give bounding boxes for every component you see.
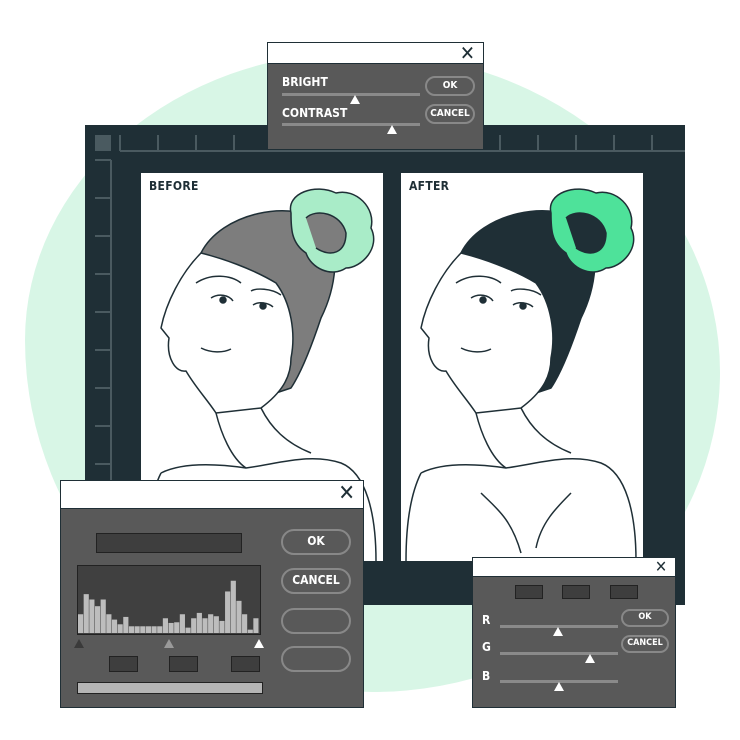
close-icon[interactable]: ✕ <box>338 483 355 505</box>
histogram-bar <box>191 618 197 633</box>
level-marker[interactable] <box>74 639 84 648</box>
histogram-bar <box>78 614 84 633</box>
close-icon[interactable]: ✕ <box>655 559 667 575</box>
histogram-bar <box>219 620 225 633</box>
histogram-bar <box>162 618 168 633</box>
r-slider-thumb[interactable] <box>552 627 563 636</box>
histogram-bar <box>225 591 231 633</box>
histogram-bar <box>168 622 174 633</box>
g-slider[interactable] <box>500 652 618 655</box>
histogram-bar <box>134 626 140 633</box>
histogram-bars <box>78 580 259 633</box>
after-portrait <box>405 188 637 561</box>
cancel-button[interactable]: CANCEL <box>425 104 475 124</box>
histogram-bar <box>247 629 253 633</box>
g-slider-thumb[interactable] <box>584 654 595 663</box>
g-value-box[interactable] <box>562 585 590 599</box>
level-marker[interactable] <box>254 639 264 648</box>
output-slider[interactable] <box>77 682 263 694</box>
histogram-bar <box>202 618 208 633</box>
histogram-bar <box>151 626 157 633</box>
blank-button[interactable] <box>281 608 351 634</box>
levels-dialog: ✕ OK CANCEL <box>60 480 364 708</box>
title-bar: ✕ <box>268 43 483 64</box>
b-slider-thumb[interactable] <box>554 682 564 691</box>
ok-button[interactable]: OK <box>425 76 475 96</box>
cancel-button[interactable]: CANCEL <box>621 635 669 653</box>
histogram-bar <box>145 626 152 633</box>
histogram-bar <box>196 612 202 633</box>
blank-button[interactable] <box>281 646 351 672</box>
contrast-slider[interactable] <box>282 123 420 126</box>
title-bar: ✕ <box>61 481 363 509</box>
histogram-bar <box>242 614 248 633</box>
histogram-bar <box>89 599 95 633</box>
histogram-bar <box>106 614 112 633</box>
input-mid[interactable] <box>169 656 198 672</box>
histogram-bar <box>179 614 185 633</box>
rgb-dialog: ✕ R G B OK CANCEL <box>472 557 676 708</box>
histogram-bar <box>185 627 191 633</box>
histogram-bar <box>213 616 219 633</box>
histogram-bar <box>208 614 214 633</box>
histogram-bar <box>128 626 135 633</box>
histogram-bar <box>174 622 180 633</box>
r-label: R <box>482 613 491 627</box>
histogram-bar <box>117 624 123 633</box>
histogram-bar <box>157 626 163 633</box>
ok-button[interactable]: OK <box>281 529 351 555</box>
histogram-bar <box>111 619 118 633</box>
histogram-bar <box>230 580 236 633</box>
close-icon[interactable]: ✕ <box>460 43 475 63</box>
histogram-bar <box>236 600 242 633</box>
cancel-button[interactable]: CANCEL <box>281 568 351 594</box>
histogram-bar <box>253 618 259 633</box>
histogram-bar <box>123 616 129 633</box>
b-value-box[interactable] <box>610 585 638 599</box>
ok-button[interactable]: OK <box>621 609 669 627</box>
after-panel: AFTER <box>400 172 644 562</box>
bright-slider-thumb[interactable] <box>350 95 361 104</box>
histogram-bar <box>94 606 101 633</box>
contrast-slider-thumb[interactable] <box>387 125 398 134</box>
histogram <box>77 565 261 635</box>
input-white[interactable] <box>231 656 260 672</box>
b-label: B <box>482 669 491 683</box>
bright-contrast-dialog: ✕ BRIGHT CONTRAST OK CANCEL <box>267 42 484 150</box>
value-field[interactable] <box>96 533 242 553</box>
histogram-bar <box>100 599 106 633</box>
histogram-bar <box>83 594 89 633</box>
g-label: G <box>482 640 491 654</box>
level-marker[interactable] <box>164 639 174 648</box>
histogram-bar <box>140 626 146 633</box>
input-black[interactable] <box>109 656 138 672</box>
r-value-box[interactable] <box>515 585 543 599</box>
title-bar: ✕ <box>473 558 675 577</box>
bright-label: BRIGHT <box>282 75 328 89</box>
contrast-label: CONTRAST <box>282 106 348 120</box>
